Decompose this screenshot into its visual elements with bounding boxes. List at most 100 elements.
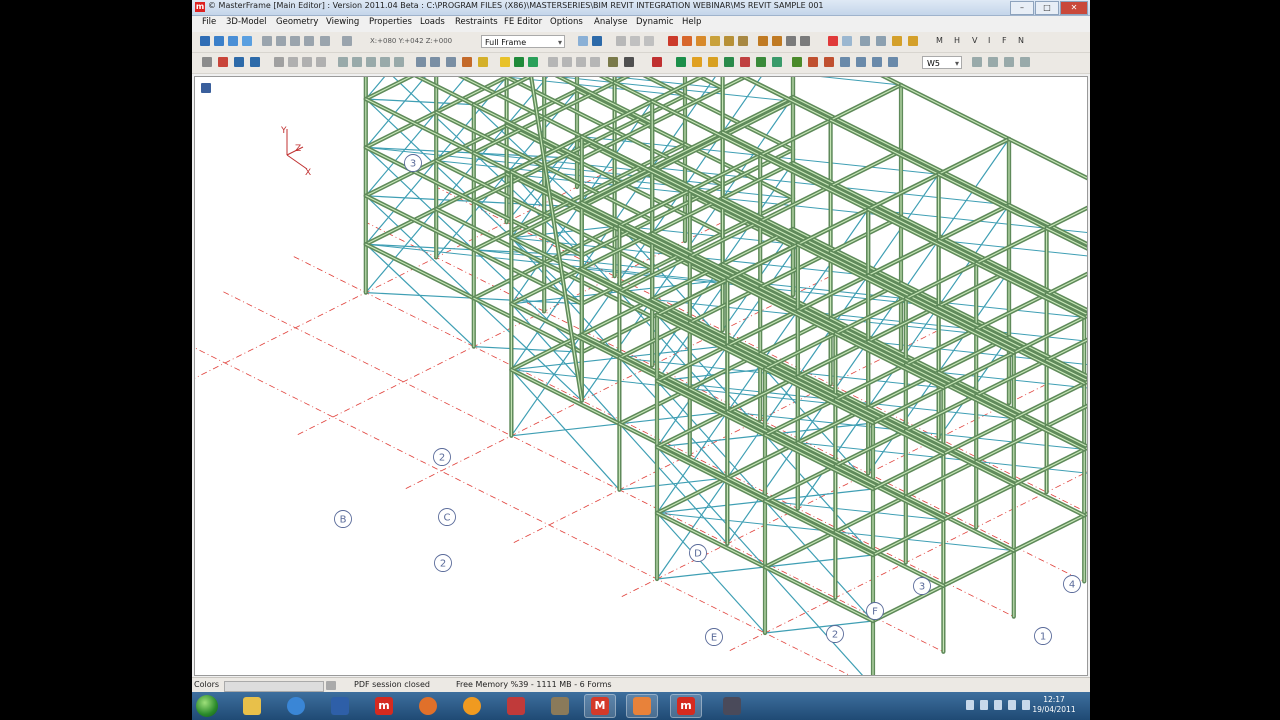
line-style-icon[interactable] xyxy=(624,57,634,67)
layout-icon[interactable] xyxy=(888,57,898,67)
view-front-icon[interactable] xyxy=(214,36,224,46)
display-icon[interactable] xyxy=(234,57,244,67)
pan-icon[interactable] xyxy=(276,36,286,46)
taskbar-revit[interactable] xyxy=(716,694,748,718)
axis-x-icon[interactable] xyxy=(288,57,298,67)
model-icon[interactable] xyxy=(514,57,524,67)
toggle-m-button[interactable]: M xyxy=(936,36,943,45)
support-icon[interactable] xyxy=(908,36,918,46)
start-button[interactable] xyxy=(196,695,218,717)
solid-icon[interactable] xyxy=(528,57,538,67)
menu-loads[interactable]: Loads xyxy=(420,17,445,27)
taskbar-explorer[interactable] xyxy=(236,694,268,718)
width-icon[interactable] xyxy=(1020,57,1030,67)
section-icon[interactable] xyxy=(352,57,362,67)
wire-icon[interactable] xyxy=(548,57,558,67)
taskbar-media[interactable] xyxy=(456,694,488,718)
axis-z-icon[interactable] xyxy=(316,57,326,67)
rotate-icon[interactable] xyxy=(262,36,272,46)
taskbar-gimp[interactable] xyxy=(544,694,576,718)
line-icon[interactable] xyxy=(786,36,796,46)
taskbar-clock[interactable]: 12:17 19/04/2011 xyxy=(1026,695,1082,715)
taskbar-outlook[interactable] xyxy=(626,694,658,718)
view-plan-icon[interactable] xyxy=(242,36,252,46)
extend-icon[interactable] xyxy=(738,36,748,46)
taskbar-gmail[interactable]: M xyxy=(584,694,616,718)
cube-icon[interactable] xyxy=(756,57,766,67)
menu-restraints[interactable]: Restraints xyxy=(455,17,498,27)
layer-icon[interactable] xyxy=(326,681,336,690)
toggle-n-button[interactable]: N xyxy=(1018,36,1024,45)
refresh-icon[interactable] xyxy=(342,36,352,46)
minimize-button[interactable]: – xyxy=(1010,1,1034,15)
material-icon[interactable] xyxy=(366,57,376,67)
settings-icon[interactable] xyxy=(500,57,510,67)
labels-icon[interactable] xyxy=(576,57,586,67)
revit-icon[interactable] xyxy=(808,57,818,67)
nodes-icon[interactable] xyxy=(562,57,572,67)
repeat-icon[interactable] xyxy=(644,36,654,46)
taskbar-masterseries[interactable]: m xyxy=(368,694,400,718)
menu-3d-model[interactable]: 3D-Model xyxy=(226,17,267,27)
tray-volume-icon[interactable] xyxy=(994,700,1002,710)
table-icon[interactable] xyxy=(430,57,440,67)
folder-icon[interactable] xyxy=(692,57,702,67)
loads-view-icon[interactable] xyxy=(590,57,600,67)
render-icon[interactable] xyxy=(250,57,260,67)
plant-icon[interactable] xyxy=(792,57,802,67)
weight-select[interactable]: W5 xyxy=(922,56,962,70)
move-icon[interactable] xyxy=(696,36,706,46)
window-icon[interactable] xyxy=(872,57,882,67)
copy-icon[interactable] xyxy=(682,36,692,46)
mirror-icon[interactable] xyxy=(710,36,720,46)
zoom-out-icon[interactable] xyxy=(304,36,314,46)
marker-icon[interactable] xyxy=(652,57,662,67)
light-icon[interactable] xyxy=(708,57,718,67)
taskbar-ie[interactable] xyxy=(280,694,312,718)
highlight-icon[interactable] xyxy=(478,57,488,67)
taskbar-tool[interactable] xyxy=(500,694,532,718)
colour-icon[interactable] xyxy=(608,57,618,67)
paint-icon[interactable] xyxy=(462,57,472,67)
select-box-icon[interactable] xyxy=(828,36,838,46)
report-icon[interactable] xyxy=(856,57,866,67)
model-viewport[interactable]: Y Z X B C 2 D E 2 F 3 4 1 3 2 xyxy=(194,76,1088,676)
zoom-in-icon[interactable] xyxy=(290,36,300,46)
menu-dynamic[interactable]: Dynamic xyxy=(636,17,674,27)
node-icon[interactable] xyxy=(772,36,782,46)
view-side-icon[interactable] xyxy=(228,36,238,46)
toggle-h-button[interactable]: H xyxy=(954,36,960,45)
taskbar-firefox[interactable] xyxy=(412,694,444,718)
tray-network-icon[interactable] xyxy=(980,700,988,710)
tray-arrow-icon[interactable] xyxy=(966,700,974,710)
tree-icon[interactable] xyxy=(724,57,734,67)
menu-properties[interactable]: Properties xyxy=(369,17,412,27)
orientation-icon[interactable] xyxy=(394,57,404,67)
snap-icon[interactable] xyxy=(860,36,870,46)
export-icon[interactable] xyxy=(676,57,686,67)
query-icon[interactable] xyxy=(1004,57,1014,67)
member-icon[interactable] xyxy=(758,36,768,46)
menu-file[interactable]: File xyxy=(202,17,216,27)
delete-icon[interactable] xyxy=(668,36,678,46)
taskbar-word[interactable] xyxy=(324,694,356,718)
pointer-icon[interactable] xyxy=(218,57,228,67)
grid-icon[interactable] xyxy=(578,36,588,46)
frame-select[interactable]: Full Frame xyxy=(481,35,565,49)
text-icon[interactable] xyxy=(446,57,456,67)
undo-icon[interactable] xyxy=(616,36,626,46)
dimension-icon[interactable] xyxy=(876,36,886,46)
member-props-icon[interactable] xyxy=(338,57,348,67)
menu-fe-editor[interactable]: FE Editor xyxy=(504,17,542,27)
frame-icon[interactable] xyxy=(740,57,750,67)
load-icon[interactable] xyxy=(892,36,902,46)
menu-help[interactable]: Help xyxy=(682,17,701,27)
split-icon[interactable] xyxy=(800,36,810,46)
info-icon[interactable] xyxy=(416,57,426,67)
sphere-icon[interactable] xyxy=(772,57,782,67)
monitor-icon[interactable] xyxy=(592,36,602,46)
select-cross-icon[interactable] xyxy=(842,36,852,46)
add-node-icon[interactable] xyxy=(274,57,284,67)
zoom-window-icon[interactable] xyxy=(202,57,212,67)
tray-power-icon[interactable] xyxy=(1008,700,1016,710)
